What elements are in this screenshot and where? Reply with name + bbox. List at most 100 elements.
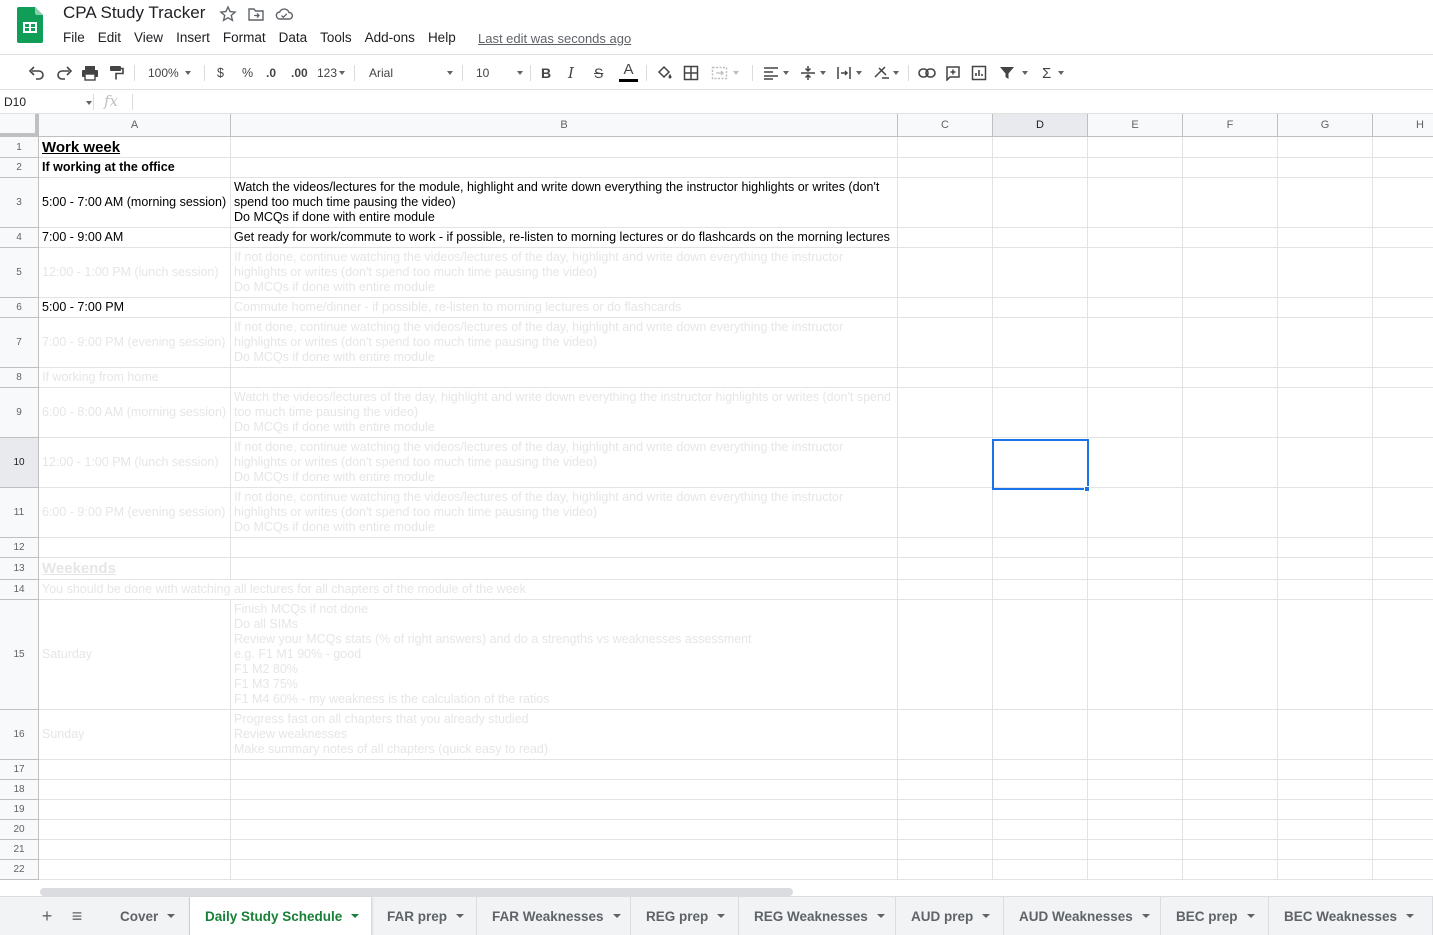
cell-a12[interactable]: [39, 538, 231, 558]
cell-a22[interactable]: [39, 860, 231, 880]
sheet-tab-reg-prep[interactable]: REG prep: [631, 897, 739, 935]
cell-h10[interactable]: [1373, 438, 1433, 488]
cell-d14[interactable]: [993, 580, 1088, 600]
cell-h11[interactable]: [1373, 488, 1433, 538]
menu-format[interactable]: Format: [223, 30, 266, 48]
row-header-15[interactable]: 15: [0, 600, 39, 710]
last-edit-link[interactable]: Last edit was seconds ago: [478, 31, 631, 46]
cell-g20[interactable]: [1278, 820, 1373, 840]
cell-c20[interactable]: [898, 820, 993, 840]
cell-b7[interactable]: If not done, continue watching the video…: [231, 318, 898, 368]
spreadsheet-grid[interactable]: A B C D E F G H 1 Work week 2 If working at…: [0, 114, 1433, 888]
cell-g8[interactable]: [1278, 368, 1373, 388]
cell-d19[interactable]: [993, 800, 1088, 820]
sheet-tab-bec-prep[interactable]: BEC prep: [1161, 897, 1269, 935]
more-formats-select[interactable]: 123: [317, 63, 346, 83]
cell-a9[interactable]: 6:00 - 8:00 AM (morning session): [39, 388, 231, 438]
cell-e16[interactable]: [1088, 710, 1183, 760]
sheet-tab-reg-weaknesses[interactable]: REG Weaknesses: [739, 897, 896, 935]
cell-d22[interactable]: [993, 860, 1088, 880]
cell-h1[interactable]: [1373, 137, 1433, 158]
cell-h21[interactable]: [1373, 840, 1433, 860]
cell-b9[interactable]: Watch the videos/lectures of the day, hi…: [231, 388, 898, 438]
select-all-corner[interactable]: [0, 114, 39, 137]
bold-button[interactable]: B: [541, 63, 551, 83]
cell-h15[interactable]: [1373, 600, 1433, 710]
cell-d5[interactable]: [993, 248, 1088, 298]
cell-c2[interactable]: [898, 158, 993, 178]
row-header-8[interactable]: 8: [0, 368, 39, 388]
document-title[interactable]: CPA Study Tracker: [63, 3, 205, 23]
cell-f9[interactable]: [1183, 388, 1278, 438]
all-sheets-icon[interactable]: ≡: [66, 905, 88, 927]
cell-c22[interactable]: [898, 860, 993, 880]
cell-b15[interactable]: Finish MCQs if not done Do all SIMs Revi…: [231, 600, 898, 710]
cell-h14[interactable]: [1373, 580, 1433, 600]
column-header-a[interactable]: A: [39, 114, 231, 137]
zoom-select[interactable]: 100%: [148, 63, 191, 83]
cell-f16[interactable]: [1183, 710, 1278, 760]
cell-h12[interactable]: [1373, 538, 1433, 558]
cell-b6[interactable]: Commute home/dinner - if possible, re-li…: [231, 298, 898, 318]
cell-d3[interactable]: [993, 178, 1088, 228]
chevron-down-icon[interactable]: [717, 914, 726, 918]
cell-g13[interactable]: [1278, 558, 1373, 580]
font-family-select[interactable]: Arial: [369, 63, 453, 83]
cell-h3[interactable]: [1373, 178, 1433, 228]
cell-a10[interactable]: 12:00 - 1:00 PM (lunch session): [39, 438, 231, 488]
cell-c6[interactable]: [898, 298, 993, 318]
row-header-14[interactable]: 14: [0, 580, 39, 600]
cell-a14[interactable]: You should be done with watching all lec…: [39, 580, 526, 600]
italic-button[interactable]: I: [568, 63, 574, 83]
cell-c11[interactable]: [898, 488, 993, 538]
cell-b1[interactable]: [231, 137, 898, 158]
cell-g12[interactable]: [1278, 538, 1373, 558]
print-icon[interactable]: [81, 63, 99, 83]
cell-a21[interactable]: [39, 840, 231, 860]
cell-f17[interactable]: [1183, 760, 1278, 780]
paint-format-icon[interactable]: [108, 63, 124, 83]
cell-a8[interactable]: If working from home: [39, 368, 231, 388]
cell-e5[interactable]: [1088, 248, 1183, 298]
menu-data[interactable]: Data: [279, 30, 308, 48]
cell-h16[interactable]: [1373, 710, 1433, 760]
cell-d11[interactable]: [993, 488, 1088, 538]
cell-d13[interactable]: [993, 558, 1088, 580]
cell-h6[interactable]: [1373, 298, 1433, 318]
row-header-19[interactable]: 19: [0, 800, 39, 820]
sheet-tab-daily-study-schedule[interactable]: Daily Study Schedule: [190, 897, 372, 935]
cell-e15[interactable]: [1088, 600, 1183, 710]
insert-chart-icon[interactable]: [971, 63, 987, 83]
chevron-down-icon[interactable]: [876, 914, 885, 918]
cell-d17[interactable]: [993, 760, 1088, 780]
chevron-down-icon[interactable]: [982, 914, 991, 918]
cell-d21[interactable]: [993, 840, 1088, 860]
cell-b10[interactable]: If not done, continue watching the video…: [231, 438, 898, 488]
column-header-f[interactable]: F: [1183, 114, 1278, 137]
row-header-13[interactable]: 13: [0, 558, 39, 580]
cell-e19[interactable]: [1088, 800, 1183, 820]
cell-a3[interactable]: 5:00 - 7:00 AM (morning session): [39, 178, 231, 228]
cell-f11[interactable]: [1183, 488, 1278, 538]
menu-add-ons[interactable]: Add-ons: [365, 30, 415, 48]
cell-a15[interactable]: Saturday: [39, 600, 231, 710]
sheets-logo-icon[interactable]: [17, 7, 43, 43]
cell-e2[interactable]: [1088, 158, 1183, 178]
cell-h17[interactable]: [1373, 760, 1433, 780]
cell-e10[interactable]: [1088, 438, 1183, 488]
row-header-17[interactable]: 17: [0, 760, 39, 780]
row-header-22[interactable]: 22: [0, 860, 39, 880]
cell-d18[interactable]: [993, 780, 1088, 800]
cell-c21[interactable]: [898, 840, 993, 860]
cell-a18[interactable]: [39, 780, 231, 800]
formula-input[interactable]: [140, 95, 1420, 111]
cell-c4[interactable]: [898, 228, 993, 248]
cell-g19[interactable]: [1278, 800, 1373, 820]
cell-g5[interactable]: [1278, 248, 1373, 298]
cell-f13[interactable]: [1183, 558, 1278, 580]
cell-c17[interactable]: [898, 760, 993, 780]
cell-e1[interactable]: [1088, 137, 1183, 158]
cell-g18[interactable]: [1278, 780, 1373, 800]
column-header-h[interactable]: H: [1373, 114, 1433, 137]
sheet-tab-cover[interactable]: Cover: [105, 897, 190, 935]
